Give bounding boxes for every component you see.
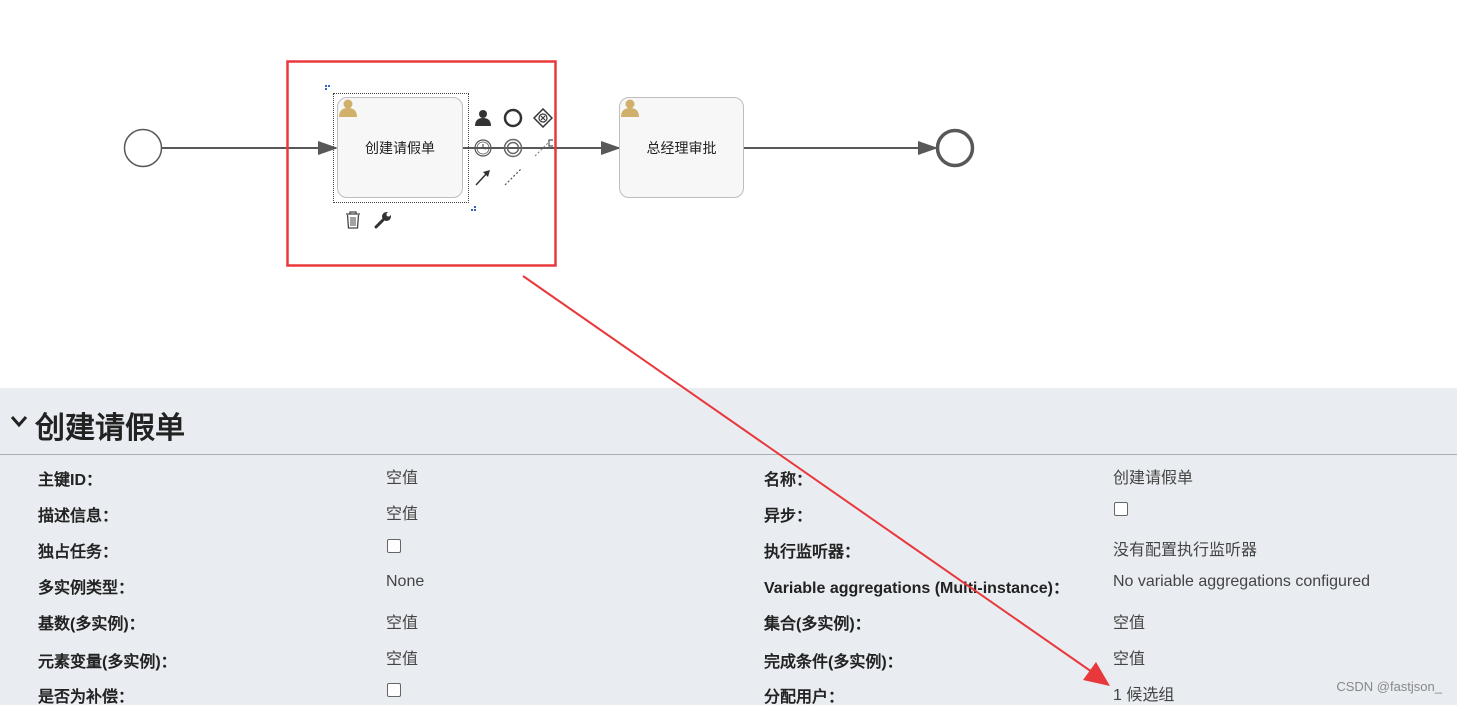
async-checkbox[interactable] [1114, 502, 1128, 516]
prop-label-id: 主键ID： [38, 472, 103, 489]
prop-label-element-variable: 元素变量(多实例)： [38, 654, 177, 671]
end-event[interactable] [935, 128, 975, 168]
prop-value-documentation[interactable]: 空值 [386, 500, 418, 524]
prop-label-name: 名称： [764, 472, 813, 489]
properties-header: 创建请假单 [0, 388, 1457, 455]
append-gateway-icon[interactable] [533, 108, 553, 128]
prop-label-async: 异步： [764, 508, 813, 525]
user-icon [339, 99, 357, 117]
connect-arrow-icon[interactable] [473, 167, 493, 187]
prop-value-variable-aggregations[interactable]: No variable aggregations configured [1113, 573, 1370, 591]
append-timer-event-icon[interactable] [473, 138, 493, 158]
prop-value-cardinality[interactable]: 空值 [386, 609, 418, 633]
prop-label-documentation: 描述信息： [38, 508, 119, 525]
prop-label-cardinality: 基数(多实例)： [38, 616, 145, 633]
chevron-down-icon[interactable] [10, 414, 28, 428]
prop-label-completion-condition: 完成条件(多实例)： [764, 654, 903, 671]
user-icon [621, 99, 639, 117]
resize-handle-top-left[interactable] [325, 85, 331, 91]
association-line-icon[interactable] [503, 167, 523, 187]
prop-label-for-compensation: 是否为补偿： [38, 689, 135, 706]
user-task-manager-approval[interactable]: 总经理审批 [619, 97, 744, 198]
prop-label-exclusive: 独占任务： [38, 544, 119, 561]
prop-value-completion-condition[interactable]: 空值 [1113, 645, 1145, 669]
append-intermediate-event-icon[interactable] [503, 138, 523, 158]
append-user-task-icon[interactable] [473, 108, 493, 128]
properties-panel: 创建请假单 主键ID： 空值 描述信息： 空值 独占任务： 多实例类型： Non… [0, 388, 1457, 706]
resize-handle-bottom-right[interactable] [471, 206, 477, 212]
append-end-event-icon[interactable] [503, 108, 523, 128]
start-event[interactable] [123, 128, 163, 168]
prop-label-variable-aggregations: Variable aggregations (Multi-instance)： [764, 580, 1069, 597]
task-label: 创建请假单 [365, 139, 435, 156]
prop-label-multi-instance-type: 多实例类型： [38, 580, 135, 597]
exclusive-checkbox[interactable] [387, 539, 401, 553]
prop-label-collection: 集合(多实例)： [764, 616, 871, 633]
compensation-checkbox[interactable] [387, 683, 401, 697]
watermark: CSDN @fastjson_ [1336, 679, 1442, 694]
prop-value-multi-instance-type[interactable]: None [386, 573, 424, 591]
prop-value-id[interactable]: 空值 [386, 464, 418, 488]
properties-title: 创建请假单 [35, 412, 185, 445]
prop-value-collection[interactable]: 空值 [1113, 609, 1145, 633]
prop-value-assignment[interactable]: 1 候选组 [1113, 681, 1174, 705]
text-annotation-icon[interactable] [533, 138, 553, 158]
wrench-change-type-icon[interactable] [373, 210, 393, 230]
prop-label-execution-listeners: 执行监听器： [764, 544, 861, 561]
task-label: 总经理审批 [646, 139, 717, 156]
prop-label-assignment: 分配用户： [764, 689, 845, 706]
prop-value-element-variable[interactable]: 空值 [386, 645, 418, 669]
process-canvas[interactable]: 创建请假单 总经理审批 [0, 0, 1457, 388]
delete-trash-icon[interactable] [343, 210, 363, 230]
prop-value-name[interactable]: 创建请假单 [1113, 464, 1193, 488]
prop-value-execution-listeners[interactable]: 没有配置执行监听器 [1113, 536, 1257, 560]
user-task-create-leave[interactable]: 创建请假单 [337, 97, 463, 198]
